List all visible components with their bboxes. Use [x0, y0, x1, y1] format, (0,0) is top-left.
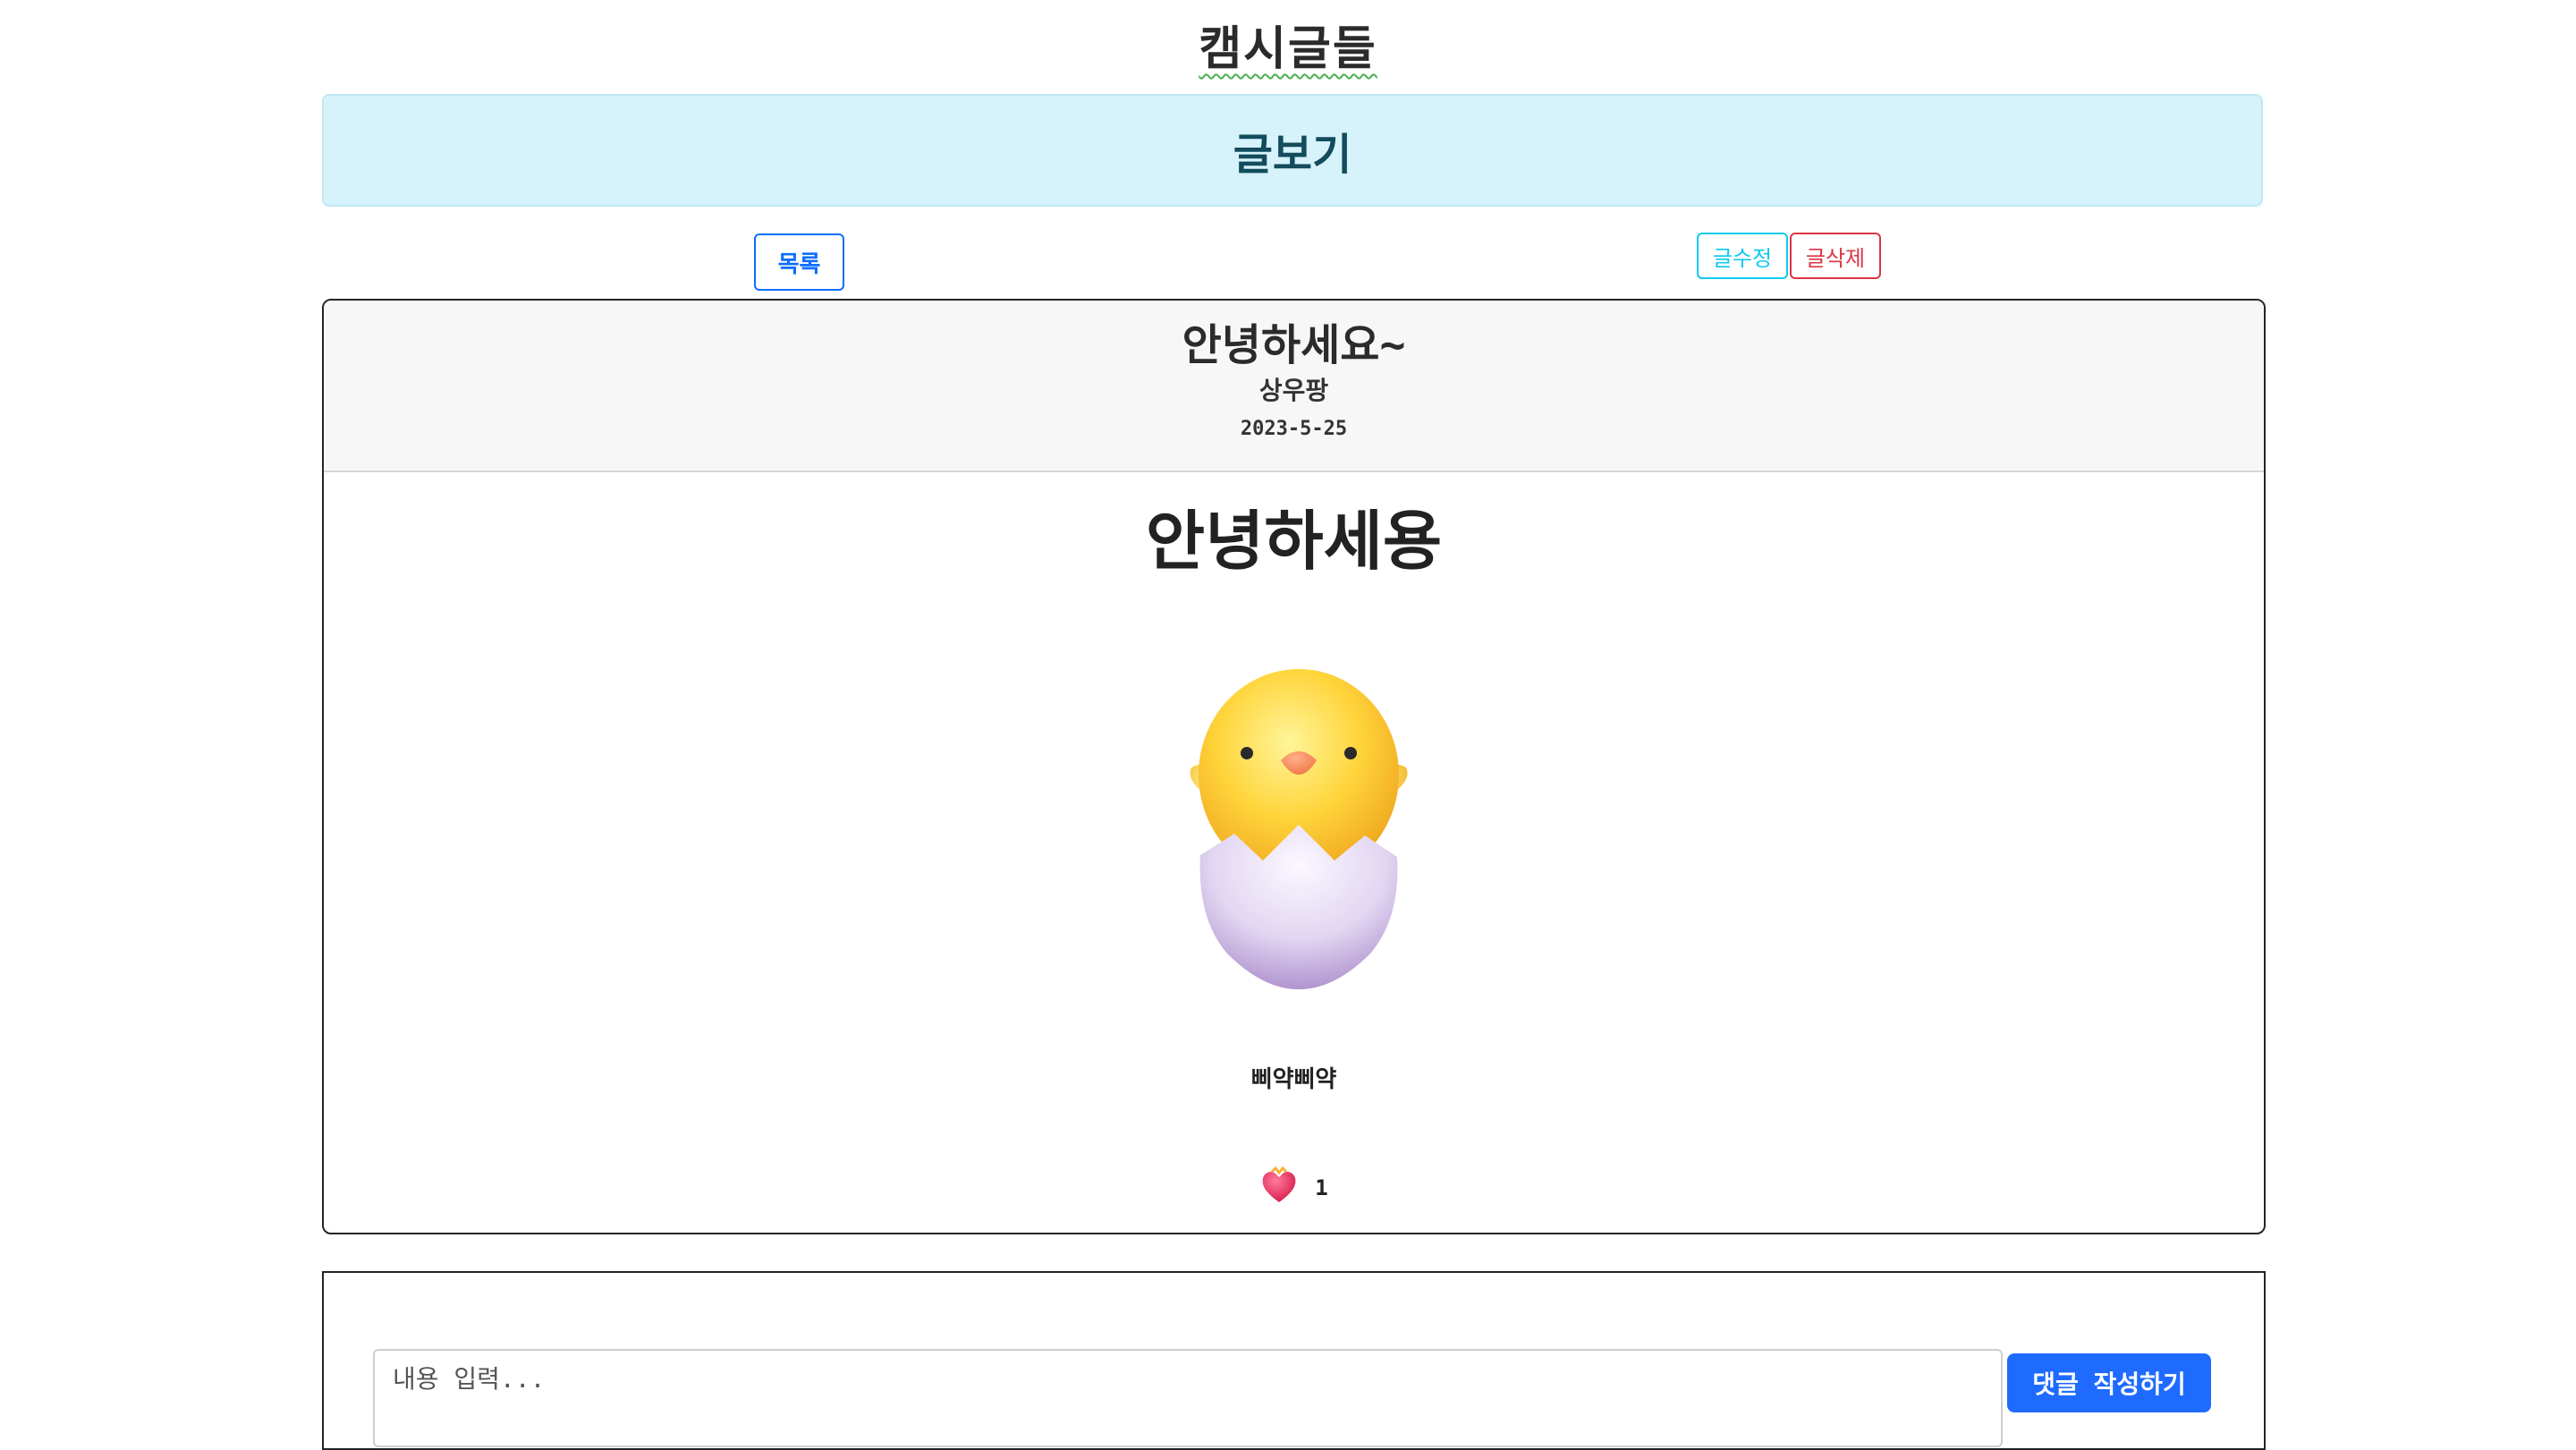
heart-icon[interactable] — [1259, 1166, 1299, 1209]
post-content-heading: 안녕하세용 — [1145, 504, 1443, 579]
post-card: 안녕하세요~ 상우팡 2023-5-25 안녕하세용 삐약삐약 1 — [322, 299, 2266, 1234]
edit-post-button[interactable]: 글수정 — [1697, 233, 1788, 279]
post-header: 안녕하세요~ 상우팡 2023-5-25 — [324, 301, 2264, 472]
comment-section: 댓글 작성하기 — [322, 1271, 2266, 1450]
post-title: 안녕하세요~ — [1182, 320, 1406, 370]
delete-post-button[interactable]: 글삭제 — [1790, 233, 1881, 279]
site-title: 캠시글들 — [0, 11, 2576, 78]
site-title-text: 캠시글들 — [1199, 22, 1377, 76]
comment-input[interactable] — [373, 1349, 2003, 1447]
submit-comment-button[interactable]: 댓글 작성하기 — [2007, 1353, 2211, 1412]
like-count: 1 — [1315, 1175, 1328, 1200]
post-author: 상우팡 — [1258, 376, 1329, 405]
page-banner: 글보기 — [322, 94, 2263, 207]
list-button[interactable]: 목록 — [754, 233, 844, 291]
hatching-chick-icon — [1190, 669, 1408, 989]
like-row: 1 — [324, 1166, 2264, 1209]
post-caption: 삐약삐약 — [1250, 1066, 1337, 1093]
hatching-chick-image — [1129, 649, 1469, 989]
post-date: 2023-5-25 — [1240, 418, 1348, 440]
